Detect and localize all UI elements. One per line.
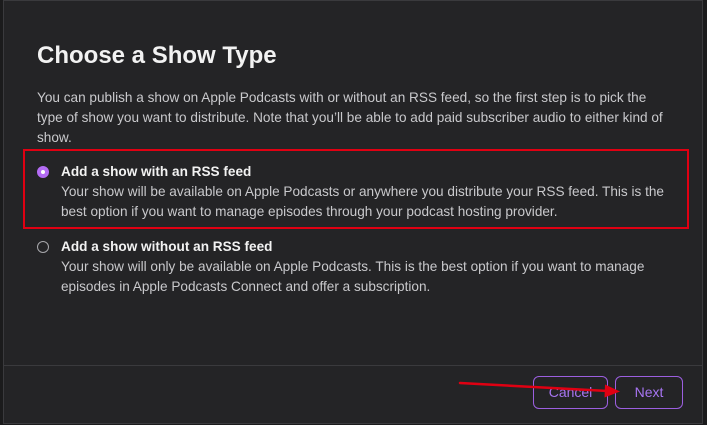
footer-divider	[4, 365, 702, 366]
radio-unselected-icon[interactable]	[37, 241, 49, 253]
next-button[interactable]: Next	[615, 376, 683, 409]
option-title: Add a show without an RSS feed	[61, 239, 273, 254]
option-title: Add a show with an RSS feed	[61, 164, 252, 179]
dialog-title: Choose a Show Type	[37, 42, 277, 69]
choose-show-type-dialog: Choose a Show Type You can publish a sho…	[3, 0, 703, 424]
dialog-description: You can publish a show on Apple Podcasts…	[37, 90, 663, 145]
cancel-button[interactable]: Cancel	[533, 376, 608, 409]
option-description: Your show will be available on Apple Pod…	[61, 184, 664, 219]
option-description: Your show will only be available on Appl…	[61, 259, 645, 294]
radio-selected-icon[interactable]	[37, 166, 49, 178]
